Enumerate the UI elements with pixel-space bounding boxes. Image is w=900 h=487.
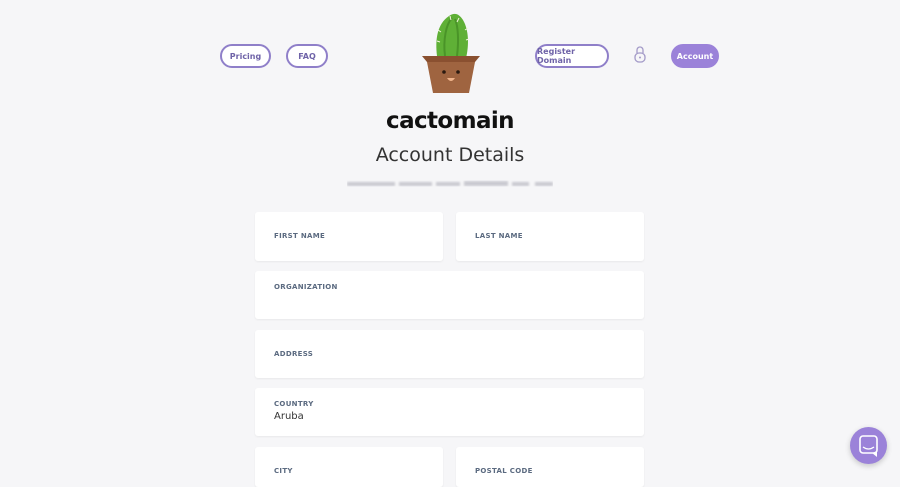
city-label: CITY [274, 467, 293, 475]
nav-faq-button[interactable]: FAQ [286, 44, 328, 68]
organization-field[interactable]: ORGANIZATION [255, 271, 644, 319]
chat-icon [859, 435, 878, 457]
cactus-logo-icon [422, 13, 480, 93]
account-button[interactable]: Account [671, 44, 719, 68]
chat-launcher-button[interactable] [850, 427, 887, 464]
first-name-field[interactable]: FIRST NAME [255, 212, 443, 261]
postal-code-field[interactable]: POSTAL CODE [456, 447, 644, 487]
country-select[interactable]: COUNTRY Aruba [255, 388, 644, 436]
city-field[interactable]: CITY [255, 447, 443, 487]
page-title: Account Details [375, 144, 525, 166]
last-name-label: LAST NAME [475, 232, 523, 240]
country-label: COUNTRY [274, 400, 314, 408]
country-value[interactable]: Aruba [274, 411, 304, 422]
address-field[interactable]: ADDRESS [255, 330, 644, 378]
blurred-subtitle [347, 181, 553, 186]
nav-pricing-button[interactable]: Pricing [220, 44, 271, 68]
brand-wordmark: cactomain [386, 108, 515, 134]
lock-icon[interactable] [633, 45, 647, 63]
first-name-label: FIRST NAME [274, 232, 326, 240]
address-label: ADDRESS [274, 350, 314, 358]
register-domain-button[interactable]: Register Domain [535, 44, 609, 68]
organization-label: ORGANIZATION [274, 283, 338, 291]
last-name-field[interactable]: LAST NAME [456, 212, 644, 261]
postal-code-label: POSTAL CODE [475, 467, 533, 475]
